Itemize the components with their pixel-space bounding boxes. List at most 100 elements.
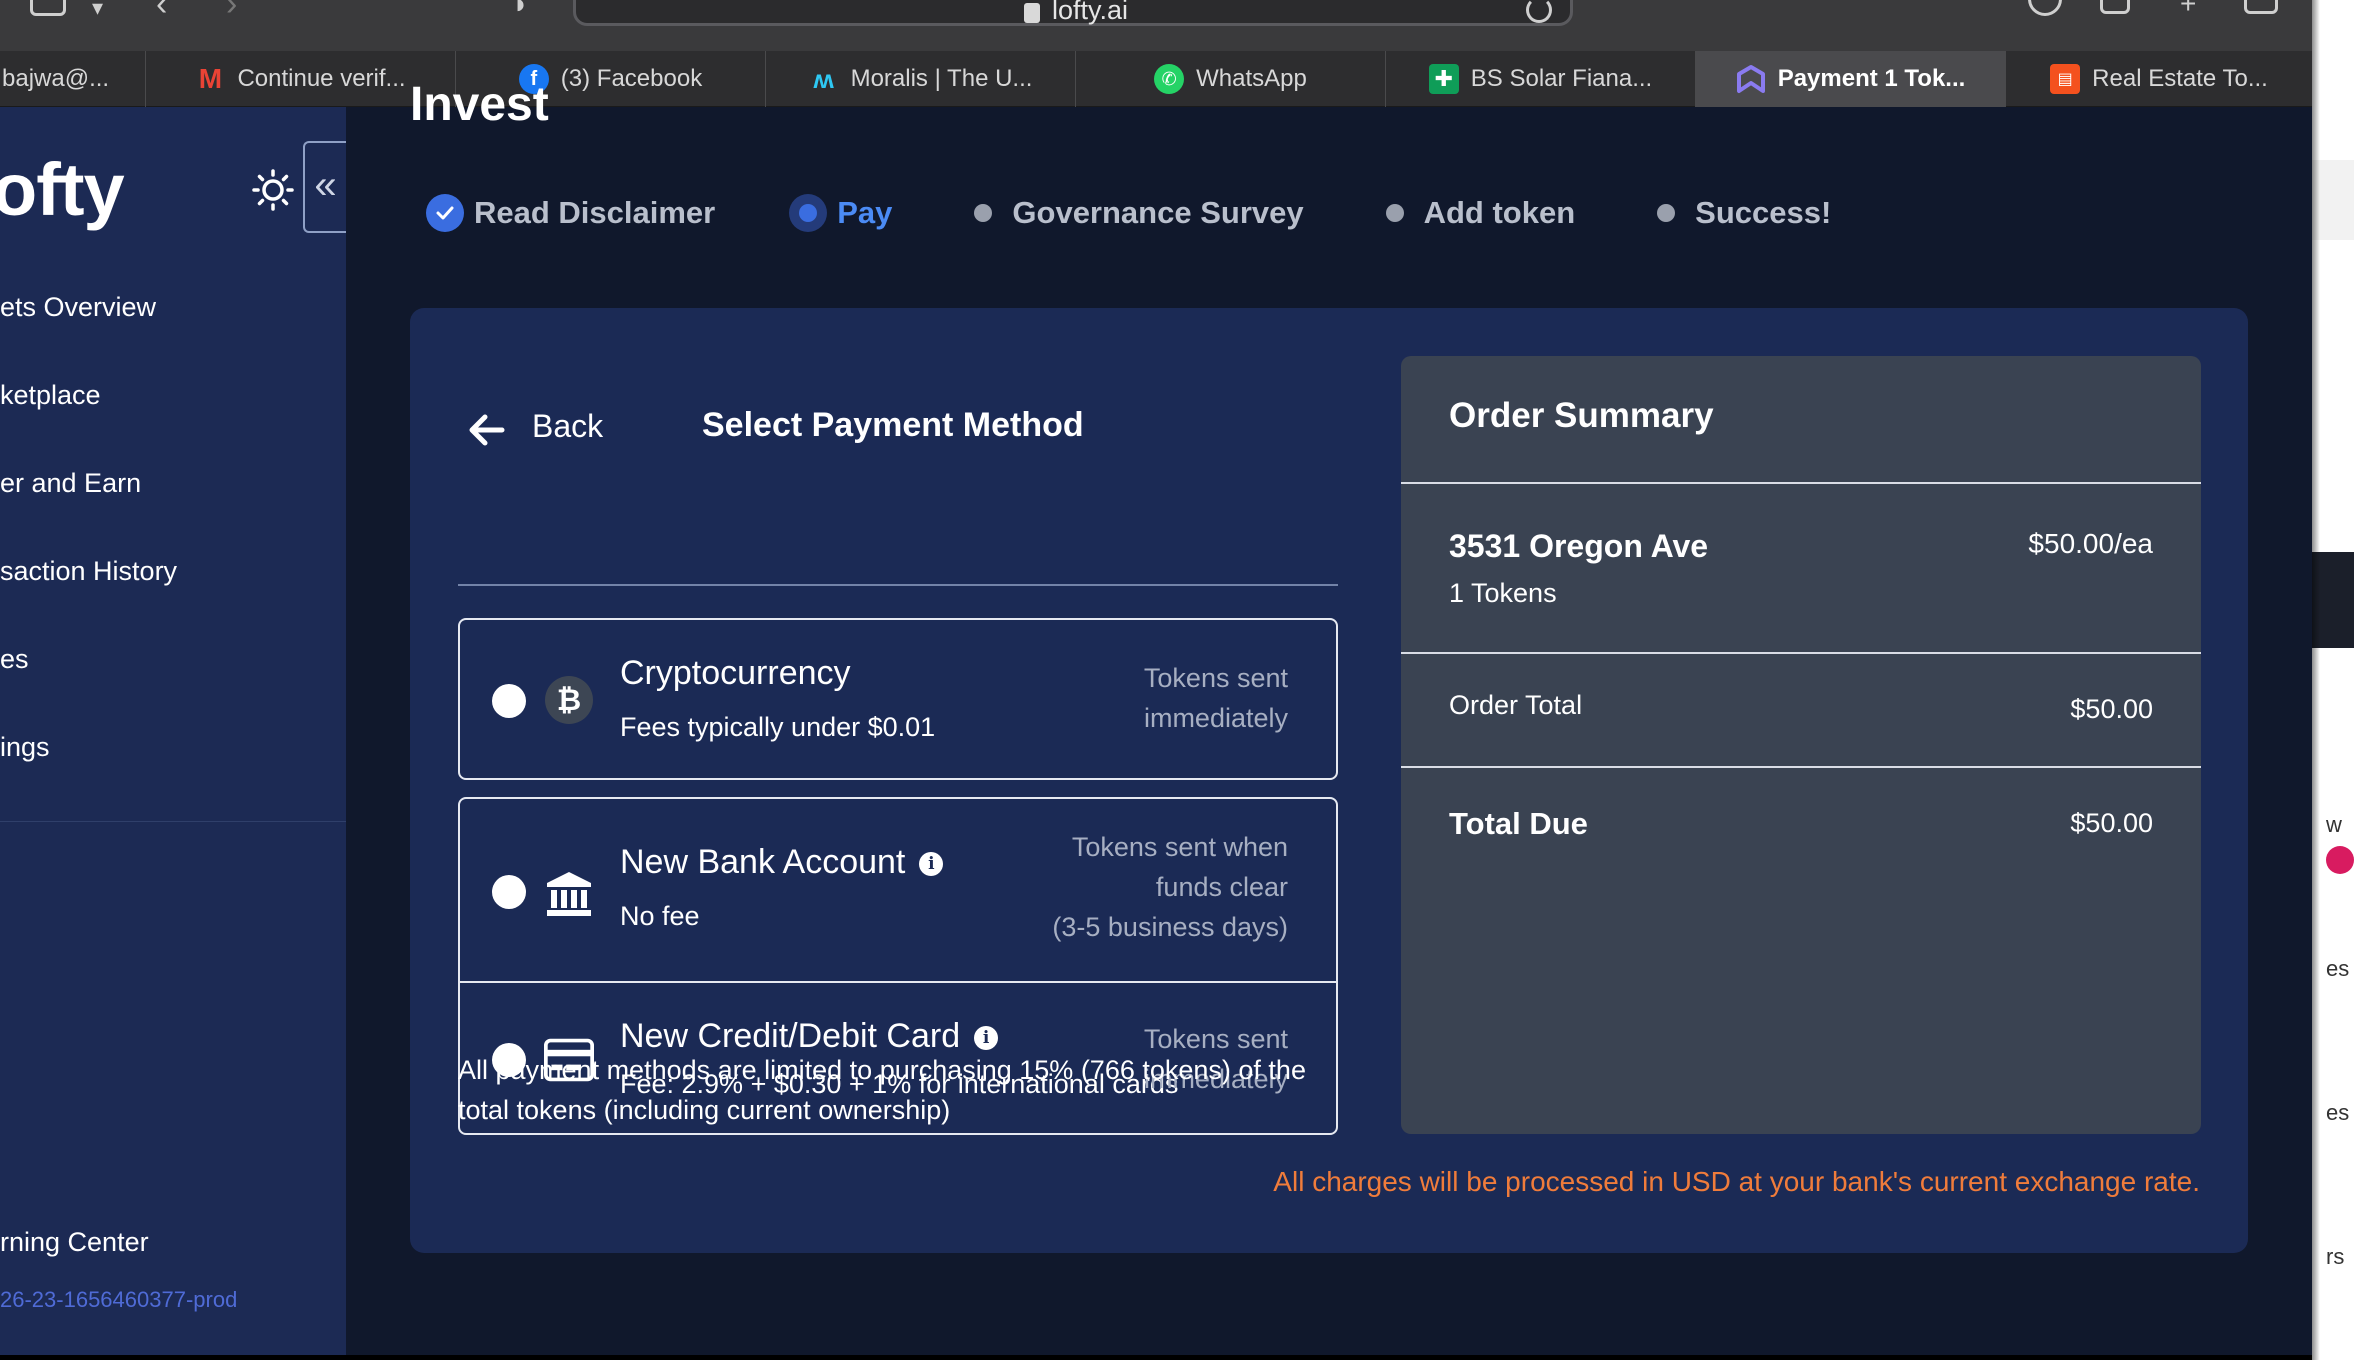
sun-icon[interactable] [252, 169, 294, 211]
back-button[interactable]: Back [458, 398, 618, 462]
tab-sheets[interactable]: ✚ BS Solar Fiana... [1386, 51, 1696, 107]
sidebar-item-refer-and-earn[interactable]: er and Earn [0, 463, 141, 503]
step-add-token: Add token [1378, 195, 1575, 231]
slides-icon: ▤ [2050, 64, 2081, 94]
tab-label: BS Solar Fiana... [1470, 65, 1653, 92]
bitcoin-icon: ₿ [544, 675, 594, 725]
notification-dot [2326, 846, 2354, 874]
payment-card: Back Select Payment Method ₿ Cryptocurre… [410, 308, 2248, 1253]
chevron-down-icon[interactable]: ▾ [92, 0, 103, 26]
reload-icon[interactable] [1526, 0, 1552, 23]
tab-label: Continue verif... [237, 65, 406, 92]
back-label: Back [532, 408, 604, 444]
delivery-line: Tokens sent when [1071, 832, 1288, 862]
sidebar-item-properties[interactable]: es [0, 639, 29, 679]
step-label: Read Disclaimer [474, 195, 716, 230]
main-content: Invest Read Disclaimer Pay Governance Su… [346, 78, 2312, 1355]
checkmark-icon [426, 194, 464, 232]
address-bar[interactable]: lofty.ai [573, 0, 1573, 26]
method-fee: No fee [620, 901, 700, 931]
property-name: 3531 Oregon Ave [1449, 528, 1709, 564]
total-due-value: $50.00 [2070, 808, 2153, 838]
total-due-label: Total Due [1449, 806, 1588, 841]
shield-icon[interactable]: ◗ [512, 0, 529, 22]
summary-divider [1401, 652, 2201, 654]
tab-moralis[interactable]: ʍ Moralis | The U... [766, 51, 1076, 107]
forward-nav-icon[interactable]: › [226, 0, 237, 22]
sidebar-item-settings[interactable]: ings [0, 727, 50, 767]
share-icon[interactable] [2100, 0, 2130, 14]
order-summary: Order Summary 3531 Oregon Ave 1 Tokens $… [1401, 356, 2201, 1134]
order-total-label: Order Total [1449, 690, 1583, 720]
step-label: Governance Survey [1012, 195, 1304, 230]
whatsapp-icon: ✆ [1154, 64, 1185, 94]
summary-divider [1401, 766, 2201, 768]
add-tab-icon[interactable]: + [2180, 0, 2196, 22]
currency-notice: All charges will be processed in USD at … [1273, 1166, 2200, 1197]
background-text: es [2326, 956, 2350, 981]
tab-overview-icon[interactable] [2244, 0, 2278, 14]
step-dot-icon [1657, 204, 1676, 222]
gmail-icon: M [198, 63, 223, 94]
url-text: lofty.ai [1052, 0, 1129, 25]
info-icon[interactable]: i [974, 1026, 999, 1051]
step-label: Success! [1695, 195, 1832, 230]
window-shadow [2312, 0, 2320, 1360]
method-name: New Bank Account i [620, 843, 944, 882]
app-logo[interactable]: ofty [0, 147, 125, 232]
step-label: Pay [837, 195, 893, 230]
method-fee: Fees typically under $0.01 [620, 712, 936, 742]
delivery-line: immediately [1143, 703, 1288, 733]
tab-label: Payment 1 Tok... [1777, 65, 1966, 92]
page-title: Invest [410, 78, 549, 131]
window-bottom-edge [0, 1355, 2312, 1360]
payment-option-bank[interactable]: New Bank Account i No fee Tokens sent whe… [458, 797, 1338, 983]
info-icon[interactable]: i [919, 852, 944, 877]
step-dot-icon [1385, 204, 1404, 222]
crypto-radio[interactable] [492, 684, 526, 718]
sidebar: ofty « ets Overview ketplace er and Earn… [0, 107, 346, 1355]
sidebar-item-assets-overview[interactable]: ets Overview [0, 287, 156, 327]
version-label: 26-23-1656460377-prod [0, 1287, 238, 1312]
payment-option-crypto[interactable]: ₿ Cryptocurrency Fees typically under $0… [458, 618, 1338, 780]
summary-divider [1401, 482, 2201, 484]
back-nav-icon[interactable]: ‹ [156, 0, 167, 22]
method-delivery: Tokens sent when funds clear (3-5 busine… [1052, 827, 1288, 947]
sidebar-toggle-icon[interactable] [30, 0, 66, 16]
collapse-sidebar-button[interactable]: « [303, 141, 346, 233]
step-read-disclaimer: Read Disclaimer [426, 194, 715, 232]
tab-label: bajwa@... [2, 65, 110, 92]
token-quantity: 1 Tokens [1449, 578, 1557, 608]
progress-steps: Read Disclaimer Pay Governance Survey Ad… [426, 191, 1905, 235]
price-per-token: $50.00/ea [2028, 528, 2153, 559]
bank-radio[interactable] [492, 875, 526, 909]
tab-bar: bajwa@... M Continue verif... f (3) Face… [0, 51, 2312, 107]
sidebar-item-marketplace[interactable]: ketplace [0, 375, 101, 415]
background-text: rs [2326, 1244, 2345, 1269]
sidebar-divider [0, 821, 346, 822]
method-name: Cryptocurrency [620, 654, 851, 692]
tab-label: Real Estate To... [2092, 65, 2268, 92]
tab-email[interactable]: bajwa@... [0, 51, 146, 107]
step-governance-survey: Governance Survey [966, 195, 1304, 231]
tab-label: WhatsApp [1196, 65, 1307, 92]
background-text: w [2326, 812, 2342, 837]
active-step-icon [789, 194, 828, 232]
header-divider [458, 584, 1338, 586]
moralis-icon: ʍ [813, 63, 834, 94]
order-total-value: $50.00 [2070, 694, 2153, 724]
download-icon[interactable] [2028, 0, 2062, 16]
bank-icon [544, 869, 594, 919]
tab-real-estate[interactable]: ▤ Real Estate To... [2006, 51, 2312, 107]
sidebar-item-transaction-history[interactable]: saction History [0, 551, 177, 591]
sheets-icon: ✚ [1428, 64, 1459, 94]
sidebar-item-learning-center[interactable]: rning Center [0, 1227, 149, 1258]
tab-payment[interactable]: Payment 1 Tok... [1696, 51, 2006, 107]
step-success: Success! [1649, 195, 1831, 231]
svg-text:₿: ₿ [557, 683, 581, 718]
tab-label: (3) Facebook [560, 65, 703, 92]
tab-whatsapp[interactable]: ✆ WhatsApp [1076, 51, 1386, 107]
lofty-icon [1736, 64, 1766, 94]
delivery-line: Tokens sent [1143, 663, 1288, 693]
browser-toolbar: ▾ ‹ › ◗ lofty.ai + [0, 0, 2354, 51]
